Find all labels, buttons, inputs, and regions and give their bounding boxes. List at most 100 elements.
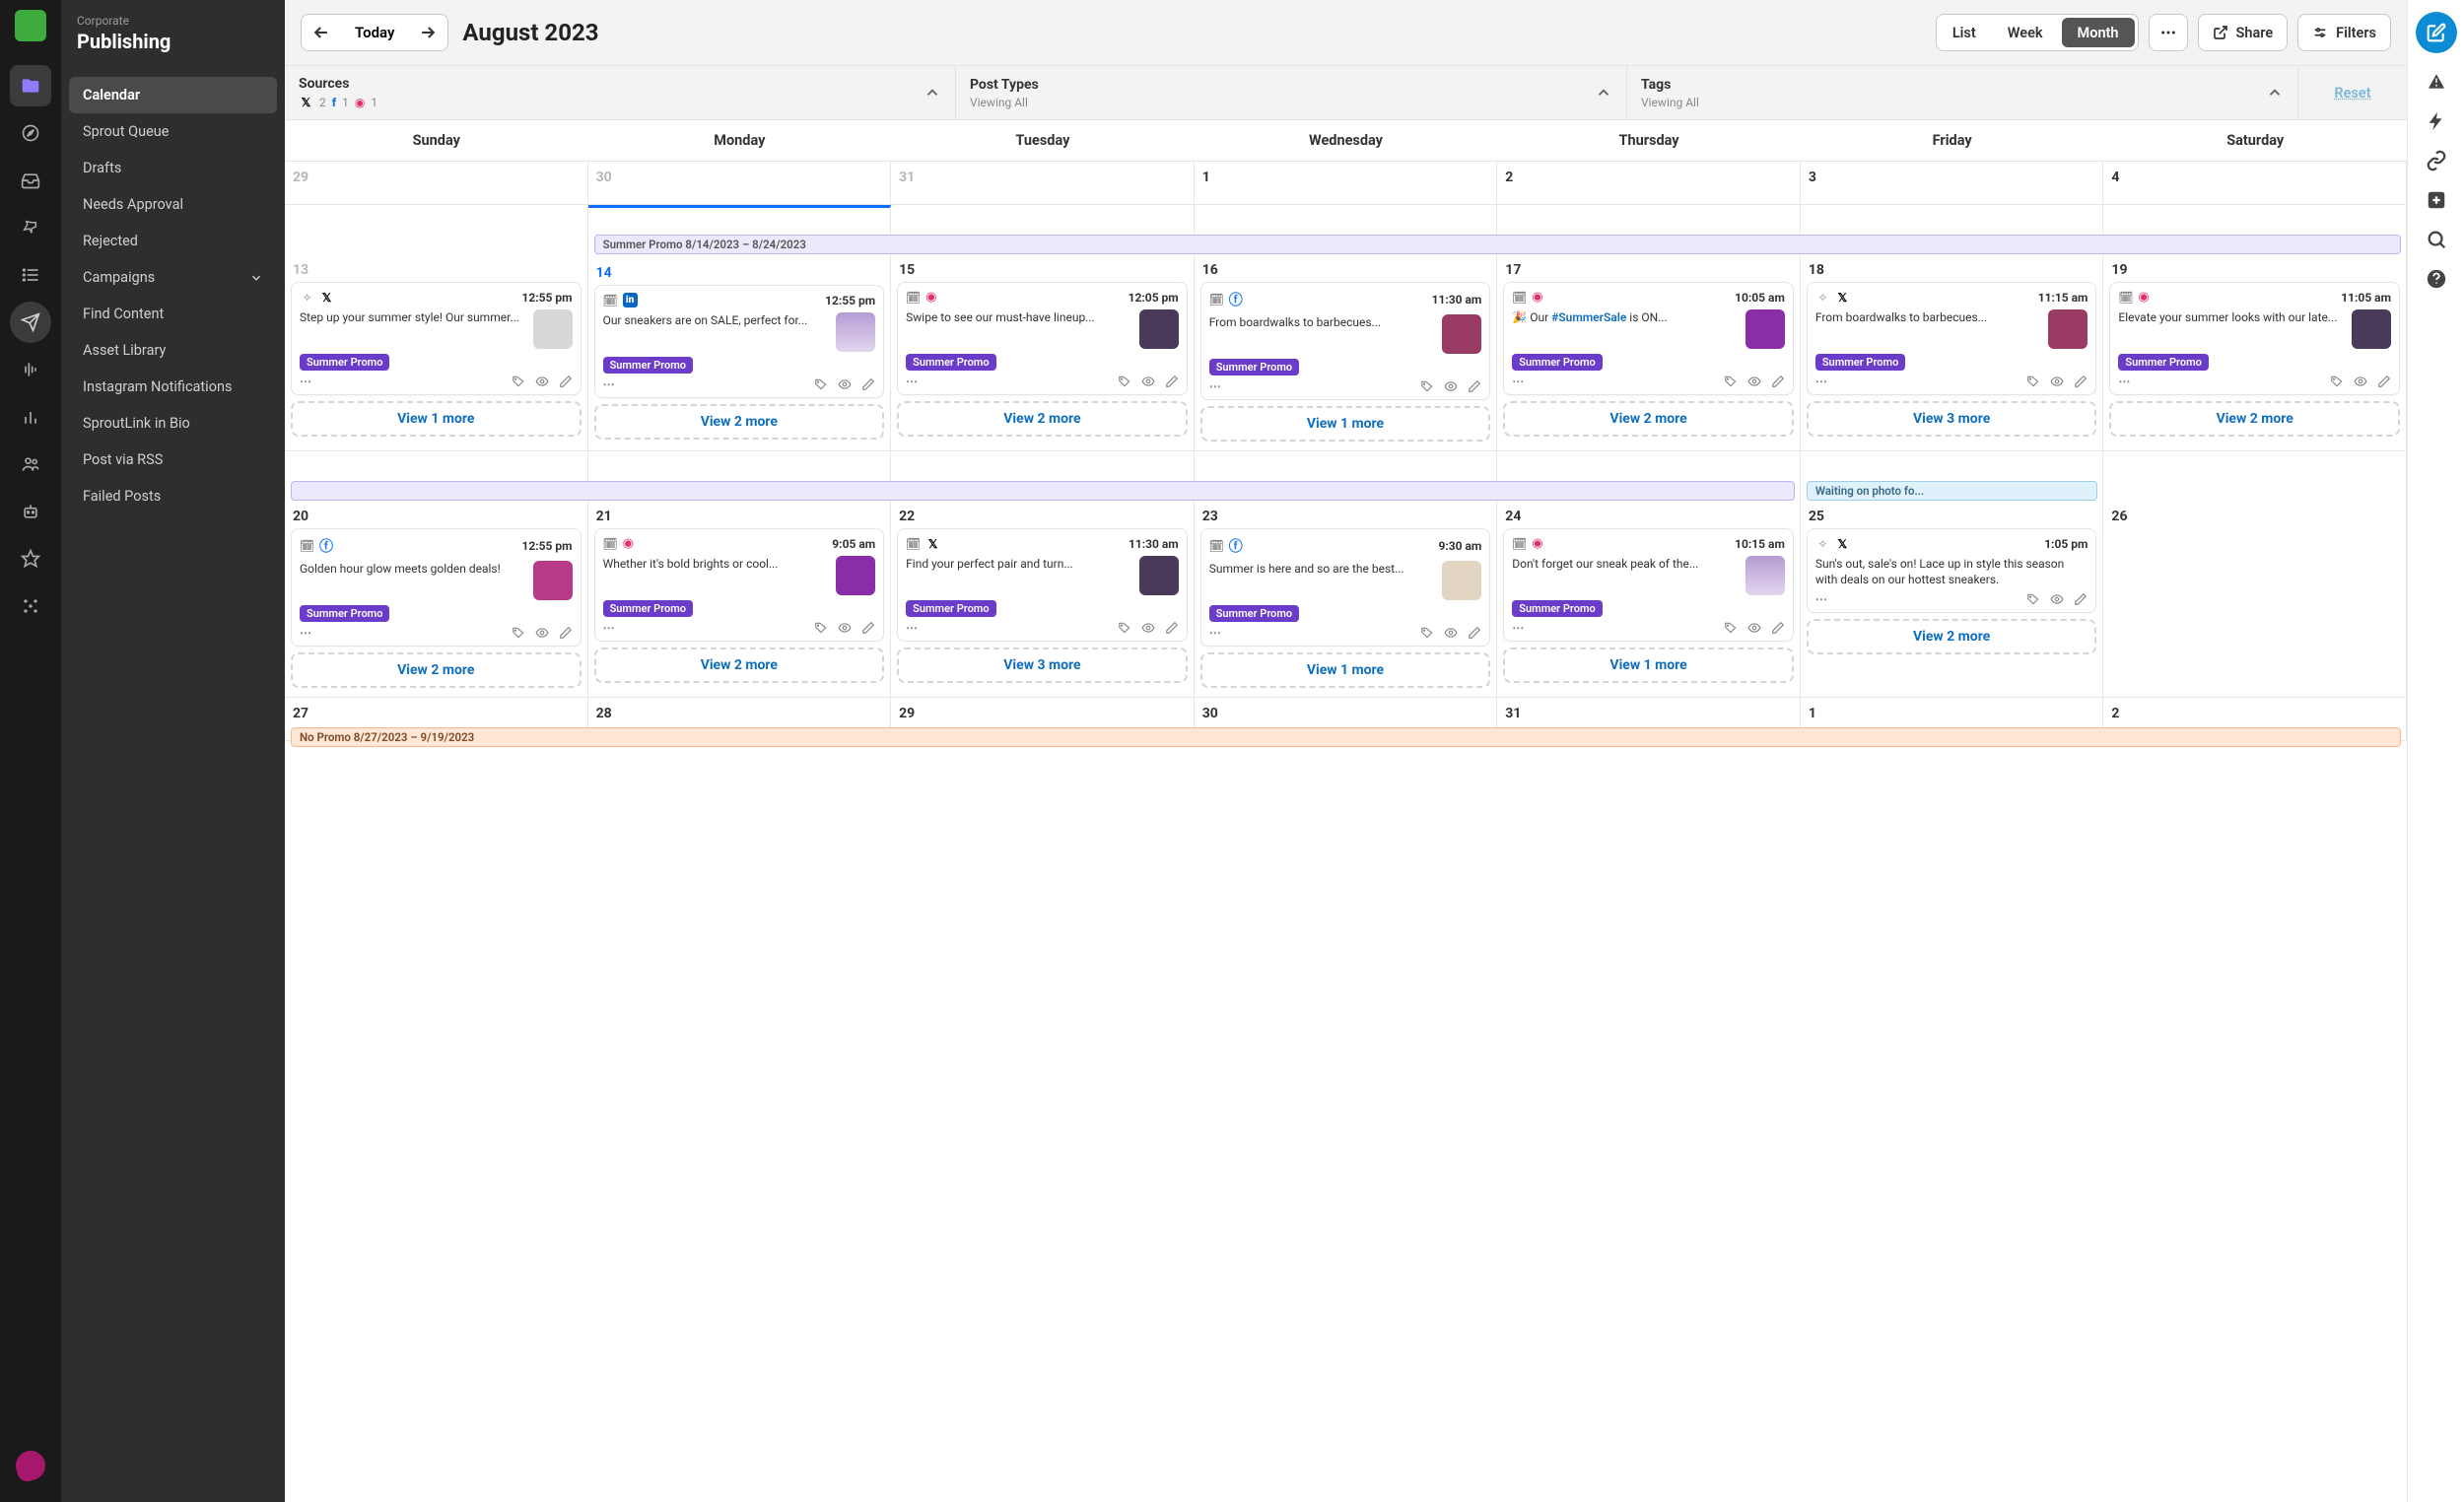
bolt-icon[interactable] [2426,110,2447,132]
edit-icon[interactable] [1771,375,1785,388]
edit-icon[interactable] [2377,375,2391,388]
sidebar-item-failed-posts[interactable]: Failed Posts [69,478,277,514]
view-more-button[interactable]: View 2 more [594,648,885,683]
edit-icon[interactable] [559,626,573,640]
post-card[interactable]: 🗓◉12:05 pmSwipe to see our must-have lin… [897,282,1188,395]
sidebar-item-campaigns[interactable]: Campaigns [69,259,277,296]
tag-icon[interactable] [1420,626,1434,640]
view-more-button[interactable]: View 3 more [1807,401,2097,437]
card-more-icon[interactable]: ⋯ [2118,375,2131,388]
filters-button[interactable]: Filters [2297,14,2391,51]
tag-icon[interactable] [2026,375,2040,388]
tag-icon[interactable] [814,621,828,635]
card-more-icon[interactable]: ⋯ [1815,375,1828,388]
sidebar-item-asset-library[interactable]: Asset Library [69,332,277,369]
edit-icon[interactable] [1771,621,1785,635]
card-more-icon[interactable]: ⋯ [1815,592,1828,606]
eye-icon[interactable] [2354,375,2367,388]
help-icon[interactable] [2426,268,2447,290]
view-list[interactable]: List [1937,15,1992,50]
search-icon[interactable] [2426,229,2447,250]
note-span[interactable]: Waiting on photo fo... [1807,481,2098,501]
campaign-span[interactable] [291,481,1795,501]
view-more-button[interactable]: View 1 more [291,401,582,437]
card-more-icon[interactable]: ⋯ [906,621,919,635]
post-card[interactable]: 🗓𝕏11:30 amFind your perfect pair and tur… [897,528,1188,642]
tag-icon[interactable] [1724,621,1738,635]
tag-icon[interactable] [1420,379,1434,393]
eye-icon[interactable] [1141,375,1155,388]
add-icon[interactable] [2426,189,2447,211]
edit-icon[interactable] [2074,375,2088,388]
eye-icon[interactable] [1444,379,1458,393]
calendar-cell[interactable]: 31 [891,162,1195,205]
card-more-icon[interactable]: ⋯ [1512,621,1525,635]
campaign-span[interactable]: No Promo 8/27/2023 – 9/19/2023 [291,727,2401,747]
view-more-button[interactable]: View 2 more [897,401,1188,437]
rail-people-icon[interactable] [10,444,51,485]
calendar-cell[interactable]: 4 [2103,162,2407,205]
sidebar-item-find-content[interactable]: Find Content [69,296,277,332]
card-more-icon[interactable]: ⋯ [1209,379,1222,393]
edit-icon[interactable] [1165,621,1179,635]
view-month[interactable]: Month [2062,18,2135,47]
eye-icon[interactable] [1141,621,1155,635]
compose-button[interactable] [2416,12,2457,53]
post-card[interactable]: 🗓◉11:05 amElevate your summer looks with… [2109,282,2400,395]
tag-icon[interactable] [1118,375,1131,388]
tag-icon[interactable] [2330,375,2344,388]
card-more-icon[interactable]: ⋯ [1209,626,1222,640]
eye-icon[interactable] [1444,626,1458,640]
view-more-button[interactable]: View 1 more [1503,648,1794,683]
reset-filters[interactable]: Reset [2298,66,2407,119]
eye-icon[interactable] [535,626,549,640]
today-button[interactable]: Today [341,24,408,41]
calendar-cell[interactable]: 13✧𝕏12:55 pmStep up your summer style! O… [285,205,588,451]
view-more-button[interactable]: View 3 more [897,648,1188,683]
rail-audio-icon[interactable] [10,349,51,390]
rail-bot-icon[interactable] [10,491,51,532]
filter-tags[interactable]: TagsViewing All [1627,66,2298,119]
card-more-icon[interactable]: ⋯ [906,375,919,388]
eye-icon[interactable] [1747,375,1761,388]
eye-icon[interactable] [1747,621,1761,635]
tag-icon[interactable] [512,626,525,640]
rail-network-icon[interactable] [10,585,51,627]
sidebar-item-post-via-rss[interactable]: Post via RSS [69,442,277,478]
tag-icon[interactable] [814,377,828,391]
post-card[interactable]: ✧𝕏12:55 pmStep up your summer style! Our… [291,282,582,395]
edit-icon[interactable] [2074,592,2088,606]
link-icon[interactable] [2426,150,2447,171]
rail-star-icon[interactable] [10,538,51,580]
post-card[interactable]: ✧𝕏1:05 pmSun's out, sale's on! Lace up i… [1807,528,2097,613]
calendar-cell[interactable]: 26 [2103,451,2407,698]
rail-list-icon[interactable] [10,254,51,296]
sprout-logo[interactable] [15,10,46,41]
edit-icon[interactable] [1468,379,1481,393]
view-more-button[interactable]: View 2 more [594,404,885,440]
tag-icon[interactable] [512,375,525,388]
sidebar-item-calendar[interactable]: Calendar [69,77,277,113]
rail-send-icon[interactable] [10,302,51,343]
card-more-icon[interactable]: ⋯ [300,626,312,640]
post-card[interactable]: ✧𝕏11:15 amFrom boardwalks to barbecues..… [1807,282,2097,395]
rail-inbox-icon[interactable] [10,160,51,201]
post-card[interactable]: 🗓in12:55 pmOur sneakers are on SALE, per… [594,285,885,398]
sidebar-item-rejected[interactable]: Rejected [69,223,277,259]
post-card[interactable]: 🗓◉10:05 am🎉 Our #SummerSale is ON...Summ… [1503,282,1794,395]
post-card[interactable]: 🗓◉10:15 amDon't forget our sneak peak of… [1503,528,1794,642]
more-options-button[interactable] [2149,14,2188,51]
sidebar-item-sprout-queue[interactable]: Sprout Queue [69,113,277,150]
post-card[interactable]: 🗓ⓕ12:55 pmGolden hour glow meets golden … [291,528,582,647]
prev-period-button[interactable] [302,23,341,42]
post-card[interactable]: 🗓ⓕ9:30 amSummer is here and so are the b… [1200,528,1491,647]
eye-icon[interactable] [838,377,852,391]
view-more-button[interactable]: View 1 more [1200,652,1491,688]
view-more-button[interactable]: View 2 more [1503,401,1794,437]
card-more-icon[interactable]: ⋯ [300,375,312,388]
rail-compass-icon[interactable] [10,112,51,154]
card-more-icon[interactable]: ⋯ [1512,375,1525,388]
next-period-button[interactable] [408,23,447,42]
view-more-button[interactable]: View 2 more [291,652,582,688]
tag-icon[interactable] [1724,375,1738,388]
